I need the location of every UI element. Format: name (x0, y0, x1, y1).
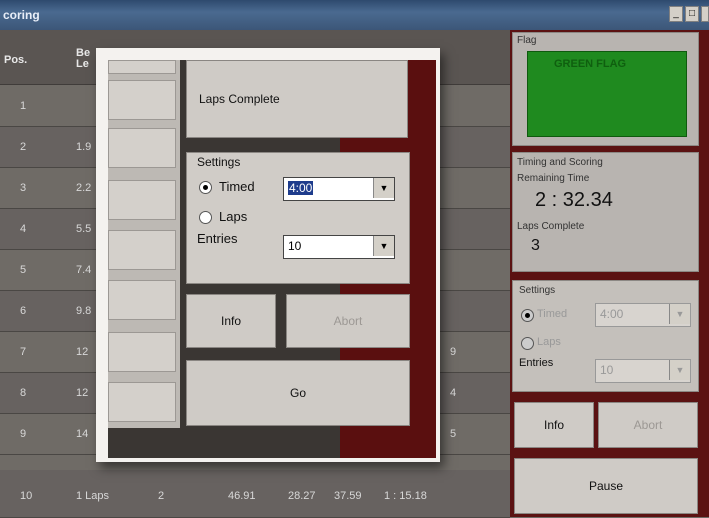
cell-pos: 3 (20, 182, 27, 194)
cell-best: 12 (76, 387, 89, 399)
window-controls: _ □ (669, 6, 709, 22)
entries-value-right: 10 (600, 363, 614, 377)
entries-label-right: Entries (519, 357, 554, 369)
abort-button-right[interactable]: Abort (598, 402, 698, 448)
cell-laps: 2 (158, 490, 165, 502)
timing-panel: Timing and Scoring Remaining Time 2 : 32… (512, 152, 699, 272)
restore-icon[interactable]: □ (685, 6, 699, 22)
cell-pos: 9 (20, 428, 27, 440)
remaining-time-label: Remaining Time (517, 173, 590, 184)
dialog-strip (108, 280, 176, 320)
cell-pos: 7 (20, 346, 27, 358)
cell-best: 5.5 (76, 223, 92, 235)
cell-best-time: 28.27 (288, 490, 316, 502)
flag-panel: Flag GREEN FLAG (512, 32, 699, 146)
cell-best: 1.9 (76, 141, 92, 153)
dialog-strip (108, 60, 176, 74)
cell-avg: 37.59 (334, 490, 362, 502)
laps-radio-right[interactable] (521, 337, 534, 350)
dialog-strip (108, 382, 176, 422)
dialog-strip (108, 230, 176, 270)
flag-indicator: GREEN FLAG (527, 51, 687, 137)
entries-label: Entries (197, 231, 238, 246)
table-row[interactable]: 10 1 Laps 2 46.91 28.27 37.59 1 : 15.18 (0, 470, 510, 518)
minimize-icon[interactable]: _ (669, 6, 683, 22)
entries-select[interactable]: 10 ▼ (283, 235, 395, 259)
cell-pos: 10 (20, 490, 33, 502)
chevron-down-icon: ▼ (669, 304, 690, 324)
settings-right-panel: Settings Timed 4:00 ▼ Laps Entries 10 ▼ (512, 280, 699, 392)
dialog-strip (108, 80, 176, 120)
dialog-left-column (108, 60, 180, 428)
cell-pos: 2 (20, 141, 27, 153)
cell-total: 5 (450, 428, 457, 440)
cell-best: 1 Laps (76, 490, 110, 502)
chevron-down-icon: ▼ (669, 360, 690, 380)
close-icon[interactable] (701, 6, 709, 22)
laps-label: Laps (219, 209, 248, 224)
entries-value: 10 (288, 239, 302, 253)
laps-label-right: Laps (537, 336, 561, 348)
header-best-lap: Be Le (76, 47, 91, 70)
cell-best: 14 (76, 428, 89, 440)
info-button-right[interactable]: Info (514, 402, 594, 448)
dialog-body: Laps Complete Settings Timed 4:00 ▼ Laps… (108, 60, 436, 458)
cell-best: 12 (76, 346, 89, 358)
remaining-time-value: 2 : 32.34 (535, 189, 613, 211)
laps-radio[interactable] (199, 211, 212, 224)
timed-label-right: Timed (537, 308, 568, 320)
settings-dialog-legend: Settings (197, 155, 241, 169)
timed-radio[interactable] (199, 181, 212, 194)
timed-value: 4:00 (288, 181, 314, 195)
flag-legend: Flag (517, 35, 537, 46)
settings-dialog-panel: Settings Timed 4:00 ▼ Laps Entries 10 ▼ (186, 152, 410, 284)
timed-select[interactable]: 4:00 ▼ (283, 177, 395, 201)
cell-pos: 1 (20, 100, 27, 112)
cell-total: 1 : 15.18 (384, 490, 427, 502)
chevron-down-icon: ▼ (373, 236, 394, 256)
entries-select-right[interactable]: 10 ▼ (595, 359, 691, 383)
cell-best: 7.4 (76, 264, 92, 276)
cell-best: 9.8 (76, 305, 92, 317)
timed-label: Timed (219, 179, 255, 194)
timing-legend: Timing and Scoring (517, 157, 603, 168)
timed-value-right: 4:00 (600, 307, 624, 321)
start-dialog: Laps Complete Settings Timed 4:00 ▼ Laps… (96, 48, 440, 462)
cell-pos: 8 (20, 387, 27, 399)
flag-text: GREEN FLAG (554, 58, 627, 70)
go-button[interactable]: Go (186, 360, 410, 426)
cell-total: 9 (450, 346, 457, 358)
settings-right-legend: Settings (519, 285, 556, 296)
header-pos: Pos. (4, 54, 28, 66)
pause-button[interactable]: Pause (514, 458, 698, 514)
cell-last: 46.91 (228, 490, 256, 502)
timed-select-right[interactable]: 4:00 ▼ (595, 303, 691, 327)
cell-pos: 5 (20, 264, 27, 276)
abort-button[interactable]: Abort (286, 294, 410, 348)
timed-radio-right[interactable] (521, 309, 534, 322)
cell-best: 2.2 (76, 182, 92, 194)
dialog-strip (108, 128, 176, 168)
chevron-down-icon: ▼ (373, 178, 394, 198)
title-bar: coring _ □ (0, 0, 709, 30)
laps-complete-display: Laps Complete (186, 60, 408, 138)
laps-complete-label: Laps Complete (517, 221, 585, 232)
cell-total: 4 (450, 387, 457, 399)
right-sidebar: Flag GREEN FLAG Timing and Scoring Remai… (510, 30, 709, 517)
window-title: coring (3, 8, 40, 22)
laps-complete-value: 3 (531, 237, 540, 254)
dialog-strip (108, 180, 176, 220)
cell-pos: 6 (20, 305, 27, 317)
cell-pos: 4 (20, 223, 27, 235)
dialog-strip (108, 332, 176, 372)
info-button[interactable]: Info (186, 294, 276, 348)
